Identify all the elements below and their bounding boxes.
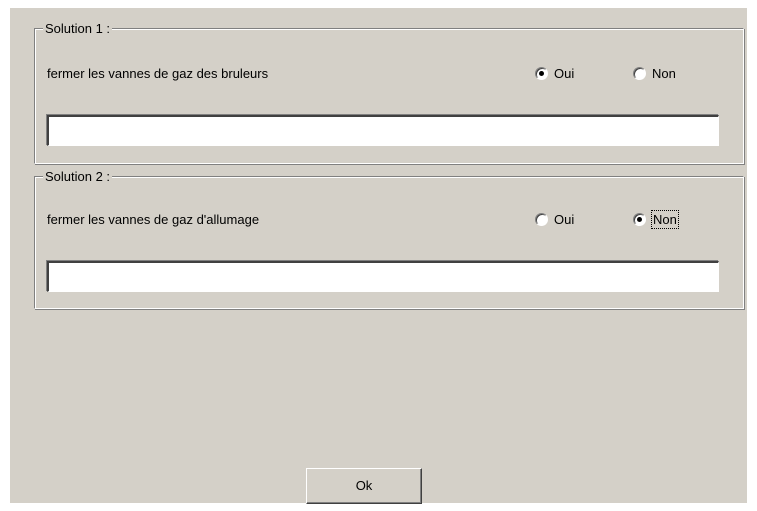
solution-2-text-field[interactable] — [47, 261, 719, 292]
solution-2-group: Solution 2 : fermer les vannes de gaz d'… — [34, 168, 744, 309]
radio-checked-icon[interactable] — [535, 67, 548, 80]
dialog-window: Solution 1 : fermer les vannes de gaz de… — [10, 8, 747, 503]
radio-checked-icon[interactable] — [633, 213, 646, 226]
solution-1-text-field[interactable] — [47, 115, 719, 146]
solution-2-legend: Solution 2 : — [43, 168, 113, 185]
solution-2-non-label[interactable]: Non — [651, 210, 679, 229]
solution-1-question: fermer les vannes de gaz des bruleurs — [47, 66, 269, 81]
solution-1-oui-label[interactable]: Oui — [554, 65, 574, 82]
radio-unchecked-icon[interactable] — [633, 67, 646, 80]
solution-2-oui-label[interactable]: Oui — [554, 211, 574, 228]
solution-1-non-label[interactable]: Non — [652, 65, 676, 82]
solution-2-oui-radio[interactable]: Oui — [535, 211, 574, 228]
radio-unchecked-icon[interactable] — [535, 213, 548, 226]
solution-1-non-radio[interactable]: Non — [633, 65, 676, 82]
solution-2-question: fermer les vannes de gaz d'allumage — [47, 212, 260, 227]
solution-1-legend: Solution 1 : — [43, 20, 113, 37]
solution-2-non-radio[interactable]: Non — [633, 210, 679, 229]
solution-1-oui-radio[interactable]: Oui — [535, 65, 574, 82]
solution-1-group: Solution 1 : fermer les vannes de gaz de… — [34, 20, 744, 164]
ok-button[interactable]: Ok — [306, 468, 422, 504]
